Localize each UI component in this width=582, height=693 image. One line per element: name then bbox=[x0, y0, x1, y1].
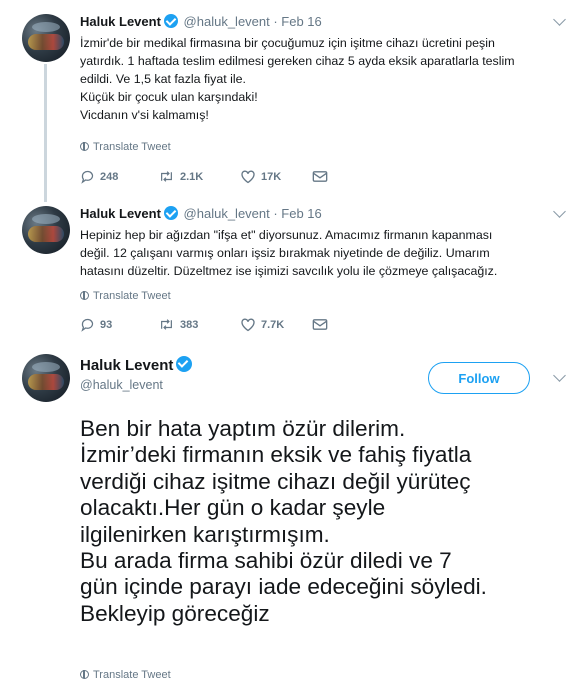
author-name[interactable]: Haluk Levent bbox=[80, 206, 161, 221]
like-count: 17K bbox=[261, 171, 282, 183]
like-count: 7.7K bbox=[261, 319, 285, 331]
translate-tweet-link[interactable]: Translate Tweet bbox=[80, 290, 171, 302]
translate-tweet-link[interactable]: Translate Tweet bbox=[80, 141, 171, 153]
avatar[interactable] bbox=[22, 206, 70, 254]
tweet-line: Bekleyip göreceğiz bbox=[80, 600, 270, 626]
author-name[interactable]: Haluk Levent bbox=[80, 357, 173, 374]
chevron-down-icon[interactable] bbox=[553, 13, 566, 26]
tweet-line: ilgilenirken karıştırmışım. bbox=[80, 521, 330, 547]
tweet-header: Haluk Levent @haluk_levent · Feb 16 bbox=[80, 206, 322, 221]
tweet-line: gün içinde parayı iade edeceğini söyledi… bbox=[80, 574, 487, 600]
follow-button[interactable]: Follow bbox=[428, 362, 530, 394]
avatar[interactable] bbox=[22, 14, 70, 62]
author-name[interactable]: Haluk Levent bbox=[80, 14, 161, 29]
avatar[interactable] bbox=[22, 354, 70, 402]
verified-badge-icon bbox=[163, 206, 178, 220]
dm-button[interactable] bbox=[312, 169, 333, 184]
tweet-line: Küçük bir çocuk ulan karşındaki! bbox=[80, 90, 258, 104]
tweet-text: Hepiniz hep bir ağızdan "ifşa et" diyors… bbox=[80, 226, 560, 280]
author-meta[interactable]: @haluk_levent · Feb 16 bbox=[184, 206, 322, 221]
tweet-2[interactable]: Haluk Levent @haluk_levent · Feb 16 Hepi… bbox=[0, 198, 582, 344]
reply-icon bbox=[81, 170, 94, 184]
tweet-line: Vicdanın v'si kalmamış! bbox=[80, 108, 209, 122]
translate-tweet-link[interactable]: Translate Tweet bbox=[80, 669, 171, 681]
thread-line bbox=[44, 64, 47, 202]
tweet-line: yatırdık. 1 haftada teslim edilmesi gere… bbox=[80, 54, 515, 68]
retweet-button[interactable]: 2.1K bbox=[158, 169, 203, 184]
tweet-line: verdiği cihaz işitme cihazı değil yürüte… bbox=[80, 468, 471, 494]
tweet-line: değil. 12 çalışanı varmış onları işsiz b… bbox=[80, 246, 490, 260]
dm-icon bbox=[312, 319, 328, 330]
verified-badge-icon bbox=[176, 356, 193, 372]
retweet-button[interactable]: 383 bbox=[158, 317, 198, 332]
tweet-line: İzmir’deki firmanın eksik ve fahiş fiyat… bbox=[80, 442, 472, 468]
retweet-icon bbox=[161, 319, 172, 330]
chevron-down-icon[interactable] bbox=[553, 205, 566, 218]
author-meta[interactable]: @haluk_levent · Feb 16 bbox=[184, 14, 322, 29]
reply-button[interactable]: 248 bbox=[80, 169, 118, 184]
translate-label: Translate Tweet bbox=[93, 141, 171, 153]
retweet-icon bbox=[161, 171, 172, 182]
like-button[interactable]: 7.7K bbox=[240, 317, 284, 332]
tweet-line: hatasını düzeltir. Düzeltmez ise işimizi… bbox=[80, 264, 498, 278]
tweet-text: İzmir'de bir medikal firmasına bir çocuğ… bbox=[80, 34, 560, 124]
main-tweet-header: Haluk Levent @haluk_levent bbox=[80, 356, 194, 392]
main-tweet-text: Ben bir hata yaptım özür dilerim. İzmir’… bbox=[80, 416, 580, 627]
like-icon bbox=[241, 318, 255, 332]
reply-button[interactable]: 93 bbox=[80, 317, 112, 332]
tweet-line: Hepiniz hep bir ağızdan "ifşa et" diyors… bbox=[80, 228, 493, 242]
globe-icon bbox=[80, 142, 89, 151]
author-handle[interactable]: @haluk_levent bbox=[80, 378, 194, 392]
tweet-line: Bu arada firma sahibi özür diledi ve 7 bbox=[80, 548, 452, 574]
reply-count: 93 bbox=[100, 319, 113, 331]
translate-label: Translate Tweet bbox=[93, 669, 171, 681]
like-icon bbox=[241, 170, 255, 184]
retweet-count: 383 bbox=[180, 319, 199, 331]
globe-icon bbox=[80, 291, 89, 300]
tweet-1[interactable]: Haluk Levent @haluk_levent · Feb 16 İzmi… bbox=[0, 0, 582, 202]
like-button[interactable]: 17K bbox=[240, 169, 281, 184]
tweet-line: olacaktı.Her gün o kadar şeyle bbox=[80, 495, 386, 521]
globe-icon bbox=[80, 670, 89, 679]
tweet-line: İzmir'de bir medikal firmasına bir çocuğ… bbox=[80, 36, 495, 50]
verified-badge-icon bbox=[163, 14, 178, 28]
tweet-header: Haluk Levent @haluk_levent · Feb 16 bbox=[80, 14, 322, 29]
retweet-count: 2.1K bbox=[180, 171, 204, 183]
dm-icon bbox=[312, 171, 328, 182]
dm-button[interactable] bbox=[312, 317, 333, 332]
translate-label: Translate Tweet bbox=[93, 290, 171, 302]
tweet-line: edildi. Ve 1,5 kat fazla fiyat ile. bbox=[80, 72, 246, 86]
reply-icon bbox=[81, 318, 94, 332]
reply-count: 248 bbox=[100, 171, 119, 183]
tweet-line: Ben bir hata yaptım özür dilerim. bbox=[80, 416, 406, 441]
